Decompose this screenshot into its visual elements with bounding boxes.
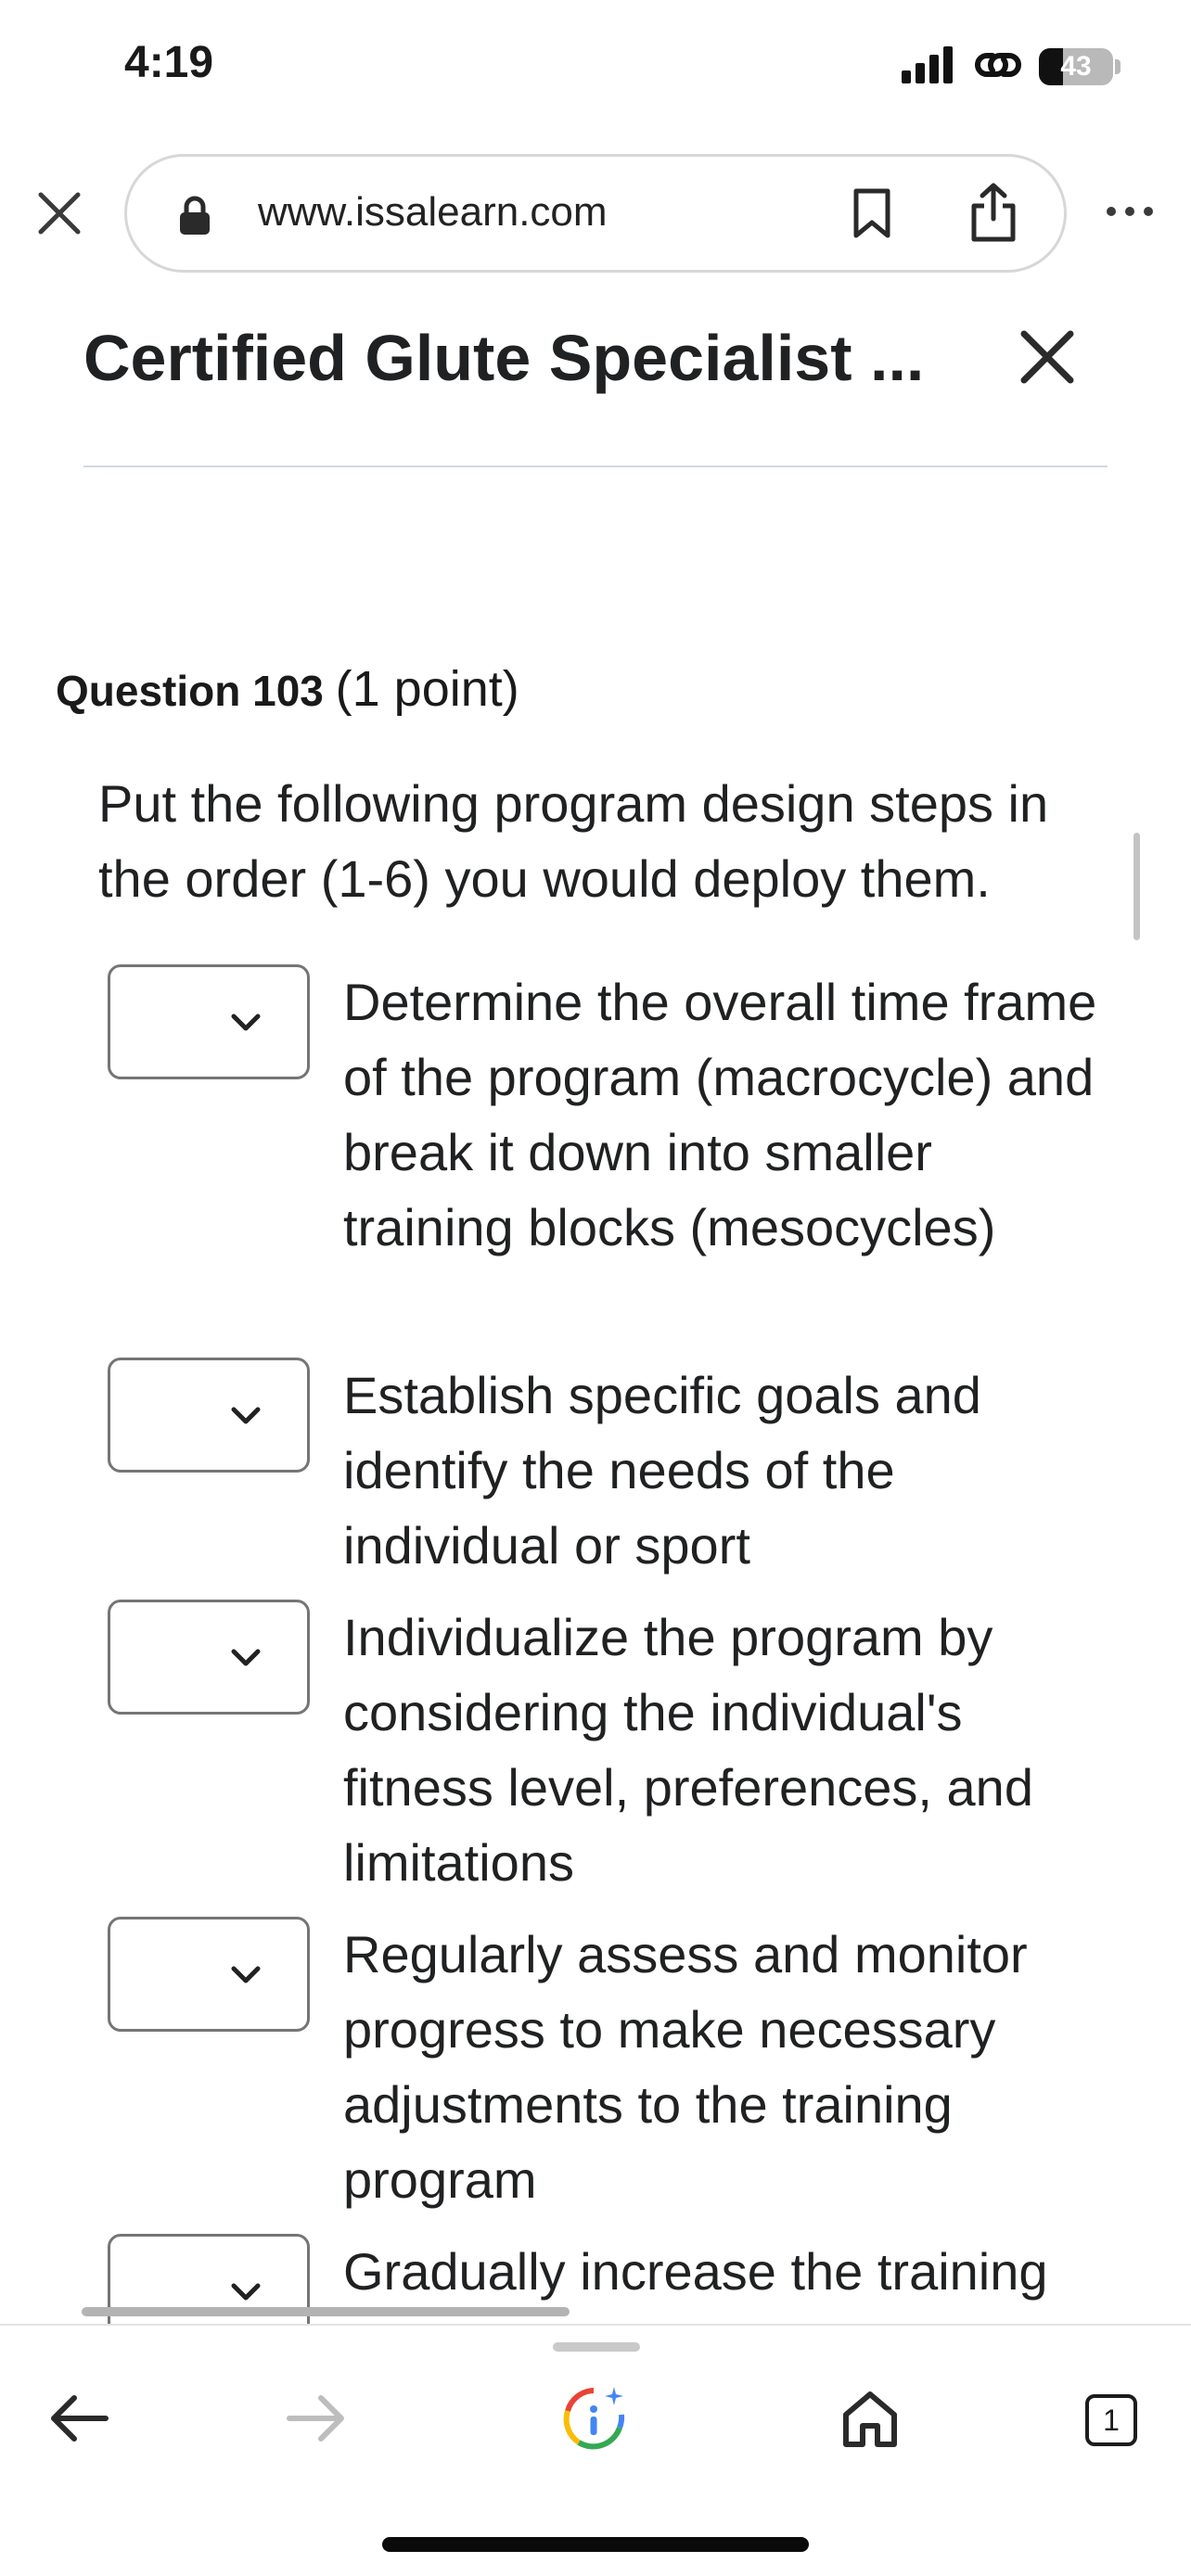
header-divider — [83, 465, 1108, 467]
arrow-right-icon[interactable] — [286, 2392, 347, 2444]
order-select-3[interactable] — [108, 1600, 310, 1715]
home-indicator[interactable] — [382, 2537, 809, 2552]
toolbar-grabber[interactable] — [553, 2342, 640, 2352]
chevron-down-icon — [231, 2283, 261, 2301]
battery-level: 43 — [1060, 51, 1092, 82]
order-select-4[interactable] — [108, 1917, 310, 2032]
arrow-left-icon[interactable] — [48, 2392, 109, 2444]
chevron-down-icon — [231, 1014, 261, 1031]
order-select-2[interactable] — [108, 1358, 310, 1473]
chevron-down-icon — [231, 1649, 261, 1666]
google-lens-icon[interactable] — [558, 2383, 629, 2454]
tabs-button[interactable]: 1 — [1085, 2394, 1137, 2446]
page-title: Certified Glute Specialist ... — [83, 322, 925, 394]
chevron-down-icon — [231, 1966, 261, 1983]
question-label: Question 103 (1 point) — [56, 660, 519, 718]
step-text-5: Gradually increase the training — [343, 2242, 1048, 2301]
step-text-3: Individualize the program by considering… — [343, 1608, 1033, 1892]
question-number: Question 103 — [56, 667, 324, 715]
close-icon[interactable] — [1018, 328, 1076, 386]
question-points: (1 point) — [335, 661, 519, 717]
vertical-scrollbar[interactable] — [1133, 833, 1140, 940]
horizontal-scrollbar[interactable] — [82, 2307, 570, 2316]
chevron-down-icon — [231, 1407, 261, 1424]
toolbar-divider — [0, 2324, 1191, 2326]
order-select-1[interactable] — [108, 964, 310, 1079]
home-icon[interactable] — [840, 2389, 900, 2450]
step-text-1: Determine the overall time frame of the … — [343, 973, 1097, 1256]
step-text-2: Establish specific goals and identify th… — [343, 1366, 981, 1575]
step-text-4: Regularly assess and monitor progress to… — [343, 1925, 1028, 2209]
web-content: Certified Glute Specialist ... Question … — [0, 0, 1191, 2324]
question-prompt: Put the following program design steps i… — [98, 774, 1049, 908]
